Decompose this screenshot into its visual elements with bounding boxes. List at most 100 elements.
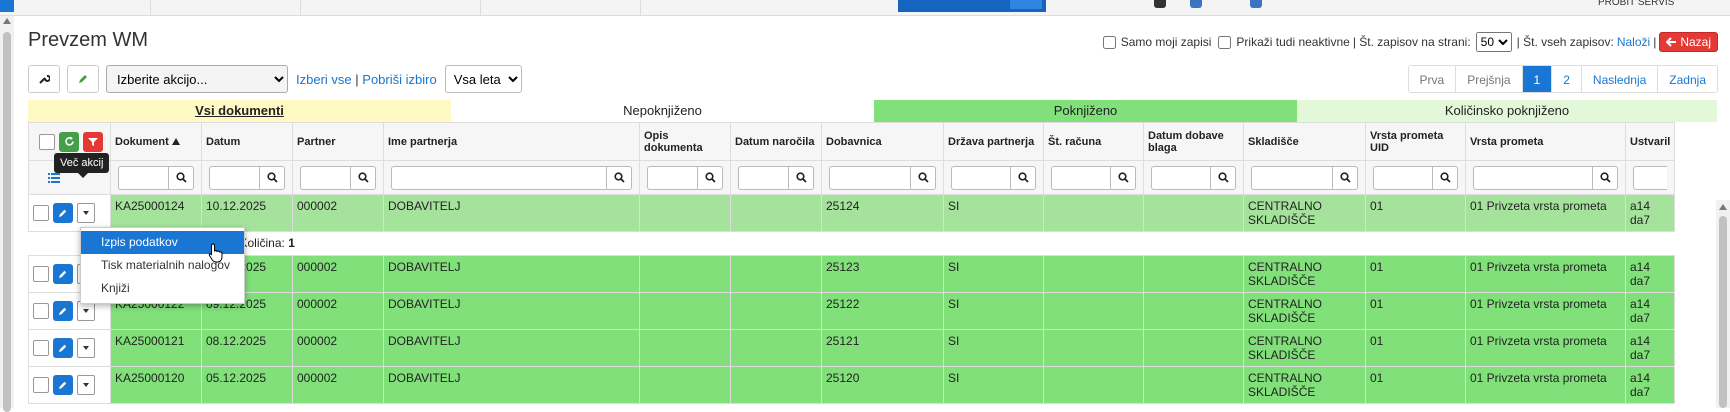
filter-input[interactable] [1633, 165, 1668, 190]
per-page-select[interactable]: 50 [1475, 32, 1512, 52]
filter-search-button[interactable] [1432, 165, 1458, 190]
tab-unposted[interactable]: Nepoknjiženo [451, 100, 874, 122]
filter-search-button[interactable] [1210, 165, 1236, 190]
filter-input[interactable] [951, 165, 1010, 190]
table-scrollbar[interactable] [1716, 200, 1730, 408]
table-row[interactable]: KA25000120 05.12.2025 000002 DOBAVITELJ 2512… [28, 366, 1676, 404]
filter-input[interactable] [118, 165, 168, 190]
printer-icon[interactable] [1154, 0, 1166, 8]
page-2-button[interactable]: 2 [1552, 66, 1582, 92]
navbar-search-icon[interactable] [1010, 0, 1042, 9]
search-icon [795, 172, 807, 183]
edit-button[interactable] [67, 65, 99, 93]
cell-date: 08.12.2025 [201, 329, 293, 367]
table-row[interactable]: KA25000124 10.12.2025 000002 DOBAVITELJ 2512… [28, 194, 1676, 232]
column-header-document[interactable]: Dokument [110, 122, 202, 161]
filter-input[interactable] [1051, 165, 1110, 190]
scroll-up-icon[interactable] [1719, 204, 1727, 210]
load-total-link[interactable]: Naloži [1617, 35, 1650, 49]
table-row[interactable]: KA25000121 08.12.2025 000002 DOBAVITELJ 2512… [28, 329, 1676, 367]
filter-button[interactable] [83, 131, 103, 152]
next-page-button[interactable]: Naslednja [1581, 66, 1659, 92]
filter-input[interactable] [829, 165, 910, 190]
more-actions-button[interactable] [77, 375, 95, 395]
filter-search-button[interactable] [168, 165, 194, 190]
settings-button[interactable] [28, 65, 60, 93]
help-icon[interactable] [1190, 0, 1202, 8]
column-header-transaction-type-uid[interactable]: Vrsta prometa UID [1365, 122, 1466, 161]
scroll-up-icon[interactable] [3, 18, 11, 24]
column-header-delivery-note[interactable]: Dobavnica [821, 122, 944, 161]
edit-row-button[interactable] [53, 338, 73, 358]
filter-search-button[interactable] [697, 165, 723, 190]
filter-input[interactable] [1151, 165, 1210, 190]
filter-search-button[interactable] [350, 165, 376, 190]
row-checkbox[interactable] [33, 377, 49, 393]
filter-search-button[interactable] [1110, 165, 1136, 190]
row-checkbox[interactable] [33, 205, 49, 221]
edit-row-button[interactable] [53, 301, 73, 321]
filter-input[interactable] [647, 165, 697, 190]
cell-transaction-type: 01 Privzeta vrsta prometa [1465, 366, 1626, 404]
menu-toggle-icon[interactable] [0, 0, 14, 12]
action-select[interactable]: Izberite akcijo... [106, 65, 288, 93]
menu-item-post[interactable]: Knjiži [81, 277, 244, 300]
page-scrollbar[interactable] [0, 16, 14, 412]
only-mine-checkbox[interactable] [1102, 35, 1116, 49]
filter-input[interactable] [209, 165, 259, 190]
prev-page-button[interactable]: Prejšnja [1456, 66, 1523, 92]
list-icon[interactable] [48, 172, 60, 183]
document-icon[interactable] [1250, 0, 1262, 8]
edit-row-button[interactable] [53, 264, 73, 284]
filter-input[interactable] [1473, 165, 1592, 190]
select-all-checkbox[interactable] [39, 133, 55, 150]
column-header-partner[interactable]: Partner [292, 122, 384, 161]
filter-input[interactable] [1251, 165, 1332, 190]
filter-search-button[interactable] [606, 165, 632, 190]
edit-row-button[interactable] [53, 203, 73, 223]
column-header-date[interactable]: Datum [201, 122, 293, 161]
year-select[interactable]: Vsa leta [444, 65, 522, 93]
filter-input[interactable] [738, 165, 788, 190]
column-header-warehouse[interactable]: Skladišče [1243, 122, 1366, 161]
table-row[interactable]: KA25000122 09.12.2025 000002 DOBAVITELJ 2512… [28, 292, 1676, 330]
filter-search-button[interactable] [259, 165, 285, 190]
filter-input[interactable] [1373, 165, 1432, 190]
row-checkbox[interactable] [33, 340, 49, 356]
edit-row-button[interactable] [53, 375, 73, 395]
more-actions-button[interactable] [77, 203, 95, 223]
more-actions-button[interactable] [77, 301, 95, 321]
show-inactive-checkbox[interactable] [1218, 35, 1232, 49]
filter-search-button[interactable] [910, 165, 936, 190]
row-checkbox[interactable] [33, 303, 49, 319]
tab-qty-posted[interactable]: Količinsko poknjiženo [1297, 100, 1717, 122]
column-header-partner-country[interactable]: Država partnerja [943, 122, 1044, 161]
first-page-button[interactable]: Prva [1408, 66, 1457, 92]
table-row[interactable]: KA2500012310.12.2025000002DOBAVITELJ2512… [28, 255, 1676, 293]
filter-input[interactable] [300, 165, 350, 190]
scrollbar-thumb[interactable] [3, 32, 11, 412]
row-checkbox[interactable] [33, 266, 49, 282]
tab-posted[interactable]: Poknjiženo [874, 100, 1297, 122]
filter-search-button[interactable] [1010, 165, 1036, 190]
filter-search-button[interactable] [1332, 165, 1358, 190]
filter-search-button[interactable] [1592, 165, 1618, 190]
filter-search-button[interactable] [788, 165, 814, 190]
column-header-partner-name[interactable]: Ime partnerja [383, 122, 640, 161]
column-header-created-by[interactable]: Ustvaril [1624, 122, 1676, 161]
refresh-button[interactable] [59, 131, 79, 152]
column-header-order-date[interactable]: Datum naročila [730, 122, 822, 161]
select-all-link[interactable]: Izberi vse [296, 72, 352, 87]
page-1-button[interactable]: 1 [1522, 66, 1553, 92]
column-header-invoice-no[interactable]: Št. računa [1043, 122, 1144, 161]
scrollbar-thumb[interactable] [1719, 216, 1727, 408]
tab-all-documents[interactable]: Vsi dokumenti [28, 100, 451, 122]
filter-input[interactable] [391, 165, 606, 190]
last-page-button[interactable]: Zadnja [1658, 66, 1717, 92]
column-header-delivery-date[interactable]: Datum dobave blaga [1143, 122, 1244, 161]
more-actions-button[interactable] [77, 338, 95, 358]
column-header-transaction-type[interactable]: Vrsta prometa [1465, 122, 1626, 161]
back-button[interactable]: Nazaj [1659, 32, 1718, 52]
column-header-description[interactable]: Opis dokumenta [639, 122, 731, 161]
clear-selection-link[interactable]: Pobriši izbiro [362, 72, 436, 87]
